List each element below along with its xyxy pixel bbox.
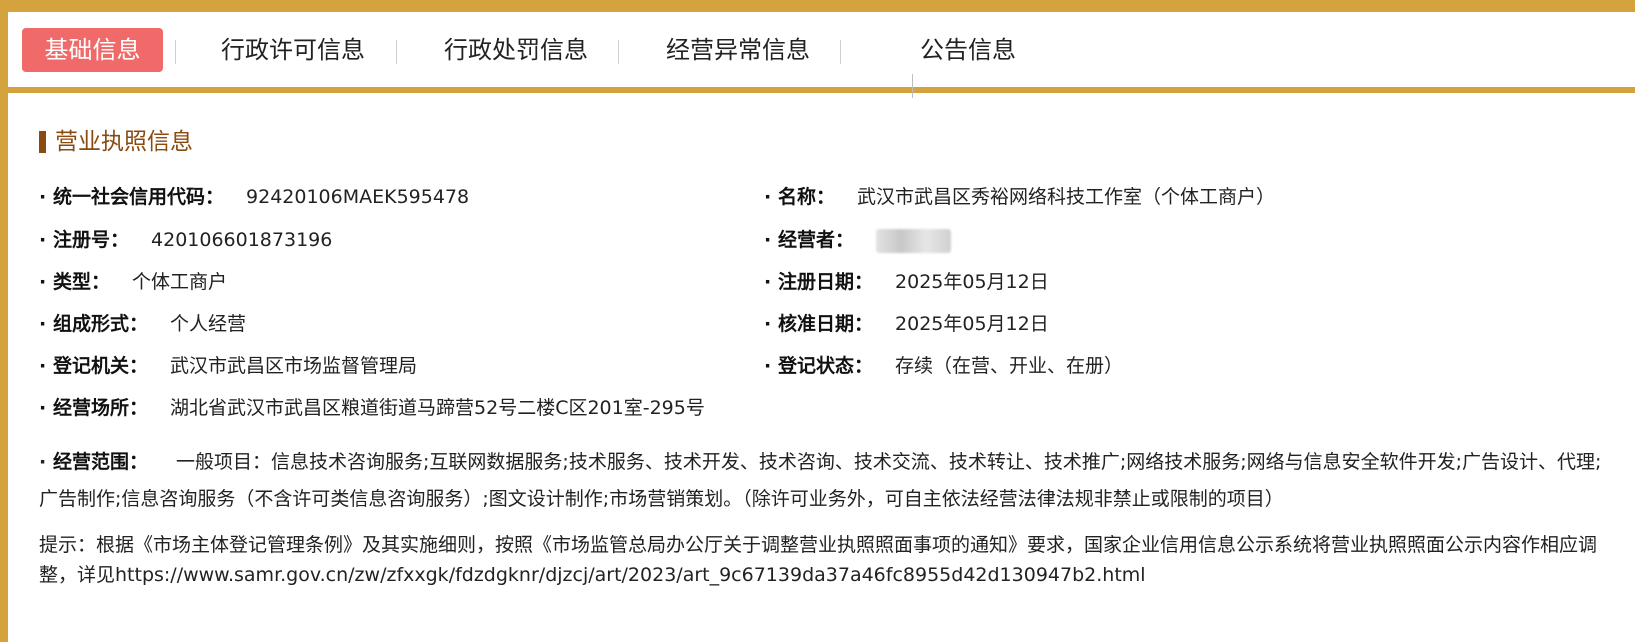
tab-announcement[interactable]: 公告信息 [913,28,1023,72]
notice-text: 提示：根据《市场主体登记管理条例》及其实施细则，按照《市场监管总局办公厅关于调整… [39,534,1598,586]
field-reg-date: · 注册日期： 2025年05月12日 [764,268,1049,296]
field-label: 类型： [53,271,111,293]
tab-separator [840,40,841,64]
field-value: 92420106MAEK595478 [246,186,470,208]
field-label: 统一社会信用代码： [53,186,225,208]
left-border [0,0,8,642]
tab-admin-license[interactable]: 行政许可信息 [213,28,373,72]
field-credit-code: · 统一社会信用代码： 92420106MAEK595478 [39,183,469,211]
field-value: 个体工商户 [132,271,228,293]
field-value: 个人经营 [170,313,247,335]
field-reg-no: · 注册号： 420106601873196 [39,226,332,254]
field-value: 420106601873196 [151,229,333,251]
field-label: 经营者： [778,229,855,251]
field-label: 登记状态： [778,355,874,377]
bullet: · [764,271,772,293]
field-value: 2025年05月12日 [895,313,1049,335]
field-label: 核准日期： [778,313,874,335]
tab-separator [175,40,176,64]
divider [912,74,913,98]
field-label: 登记机关： [53,355,149,377]
field-label: 经营场所： [53,397,149,419]
bullet: · [39,451,47,473]
bullet: · [39,397,47,419]
field-label: 名称： [778,186,836,208]
field-value: 一般项目：信息技术咨询服务;互联网数据服务;技术服务、技术开发、技术咨询、技术交… [39,451,1602,510]
field-name: · 名称： 武汉市武昌区秀裕网络科技工作室（个体工商户） [764,183,1275,211]
tab-abnormal-operation[interactable]: 经营异常信息 [658,28,818,72]
field-business-scope: · 经营范围： 一般项目：信息技术咨询服务;互联网数据服务;技术服务、技术开发、技术… [39,444,1619,518]
field-form: · 组成形式： 个人经营 [39,310,246,338]
bullet: · [39,186,47,208]
section-marker [39,131,46,153]
field-value: 湖北省武汉市武昌区粮道街道马蹄营52号二楼C区201室-295号 [170,397,705,419]
field-label: 经营范围： [53,451,149,473]
field-label: 注册号： [53,229,130,251]
field-authority: · 登记机关： 武汉市武昌区市场监督管理局 [39,352,417,380]
redacted-value [876,228,952,253]
bullet: · [39,229,47,251]
bullet: · [764,313,772,335]
field-status: · 登记状态： 存续（在营、开业、在册） [764,352,1123,380]
bullet: · [39,313,47,335]
top-border [0,0,1635,12]
bullet: · [39,355,47,377]
field-value: 武汉市武昌区市场监督管理局 [170,355,418,377]
tab-basic-info[interactable]: 基础信息 [22,28,163,72]
field-approve-date: · 核准日期： 2025年05月12日 [764,310,1049,338]
section-title: 营业执照信息 [55,129,193,155]
bullet: · [764,186,772,208]
tab-bar-underline [8,87,1635,93]
tab-separator [618,40,619,64]
field-value: 存续（在营、开业、在册） [895,355,1124,377]
field-address: · 经营场所： 湖北省武汉市武昌区粮道街道马蹄营52号二楼C区201室-295号 [39,394,705,422]
field-value: 2025年05月12日 [895,271,1049,293]
field-value: 武汉市武昌区秀裕网络科技工作室（个体工商户） [857,186,1276,208]
bullet: · [764,355,772,377]
bullet: · [764,229,772,251]
tab-admin-penalty[interactable]: 行政处罚信息 [436,28,596,72]
field-operator: · 经营者： [764,226,952,254]
tab-bar: 基础信息 行政许可信息 行政处罚信息 经营异常信息 公告信息 [8,12,1635,88]
field-label: 注册日期： [778,271,874,293]
tab-separator [396,40,397,64]
field-label: 组成形式： [53,313,149,335]
bullet: · [39,271,47,293]
field-type: · 类型： 个体工商户 [39,268,227,296]
